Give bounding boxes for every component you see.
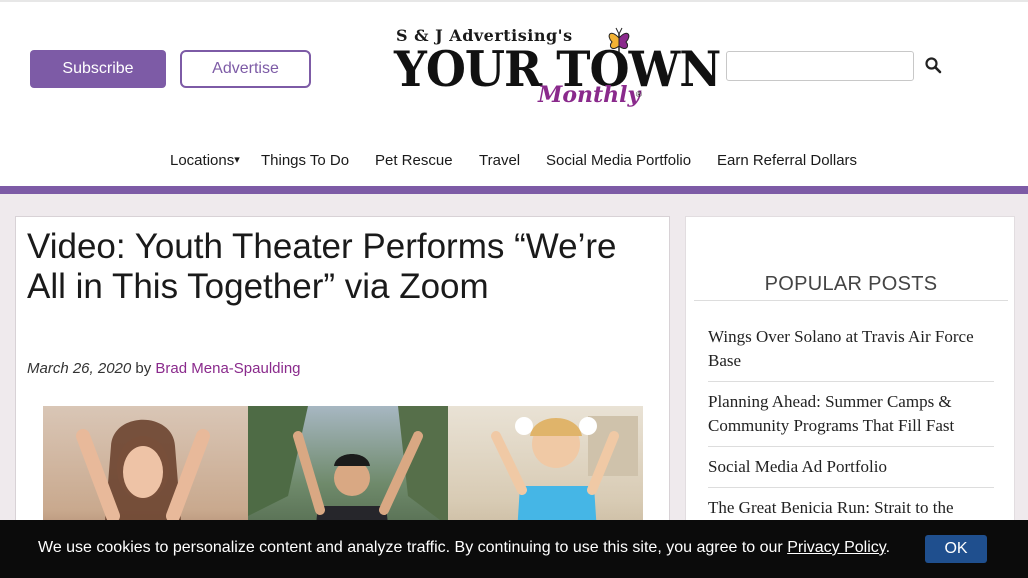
nav-item-social-media-portfolio[interactable]: Social Media Portfolio: [546, 152, 691, 169]
cookie-ok-button[interactable]: OK: [925, 535, 987, 563]
search-input[interactable]: [726, 51, 914, 81]
registered-mark: ®: [636, 90, 642, 99]
cookie-text: We use cookies to personalize content an…: [38, 539, 783, 556]
nav-item-label: Locations: [170, 152, 235, 169]
cookie-banner: We use cookies to personalize content an…: [0, 520, 1028, 578]
top-border: [0, 0, 1028, 2]
nav-item-locations[interactable]: Locations▾: [170, 152, 240, 169]
popular-posts-heading: POPULAR POSTS: [764, 273, 938, 295]
byline-by: by: [135, 360, 152, 377]
logo-subtitle: Monthly: [538, 82, 641, 108]
privacy-policy-link[interactable]: Privacy Policy: [787, 539, 885, 556]
cookie-message: We use cookies to personalize content an…: [38, 539, 890, 557]
main-nav: Locations▾ Things To Do Pet Rescue Trave…: [0, 152, 1028, 174]
article-title: Video: Youth Theater Performs “We’re All…: [27, 227, 617, 306]
popular-post-link[interactable]: Wings Over Solano at Travis Air Force Ba…: [708, 325, 994, 382]
cookie-period: .: [885, 539, 891, 556]
caret-down-icon: ▾: [234, 154, 240, 166]
popular-post-link[interactable]: Planning Ahead: Summer Camps & Community…: [708, 390, 994, 447]
nav-item-travel[interactable]: Travel: [479, 152, 520, 169]
post-date: March 26, 2020: [27, 360, 132, 377]
popular-post-link[interactable]: Social Media Ad Portfolio: [708, 455, 994, 488]
site-logo[interactable]: S & J Advertising's YOUR TOWN Monthly ®: [394, 24, 721, 116]
search-icon[interactable]: [924, 56, 942, 74]
header-divider: [0, 186, 1028, 194]
nav-item-earn-referral-dollars[interactable]: Earn Referral Dollars: [717, 152, 857, 169]
advertise-button[interactable]: Advertise: [180, 50, 311, 88]
author-link[interactable]: Brad Mena-Spaulding: [155, 360, 300, 377]
popular-posts-list: Wings Over Solano at Travis Air Force Ba…: [708, 325, 994, 537]
subscribe-button[interactable]: Subscribe: [30, 50, 166, 88]
nav-item-pet-rescue[interactable]: Pet Rescue: [375, 152, 453, 169]
nav-item-things-to-do[interactable]: Things To Do: [261, 152, 349, 169]
divider: [694, 300, 1008, 301]
byline: March 26, 2020 by Brad Mena-Spaulding: [27, 360, 301, 377]
